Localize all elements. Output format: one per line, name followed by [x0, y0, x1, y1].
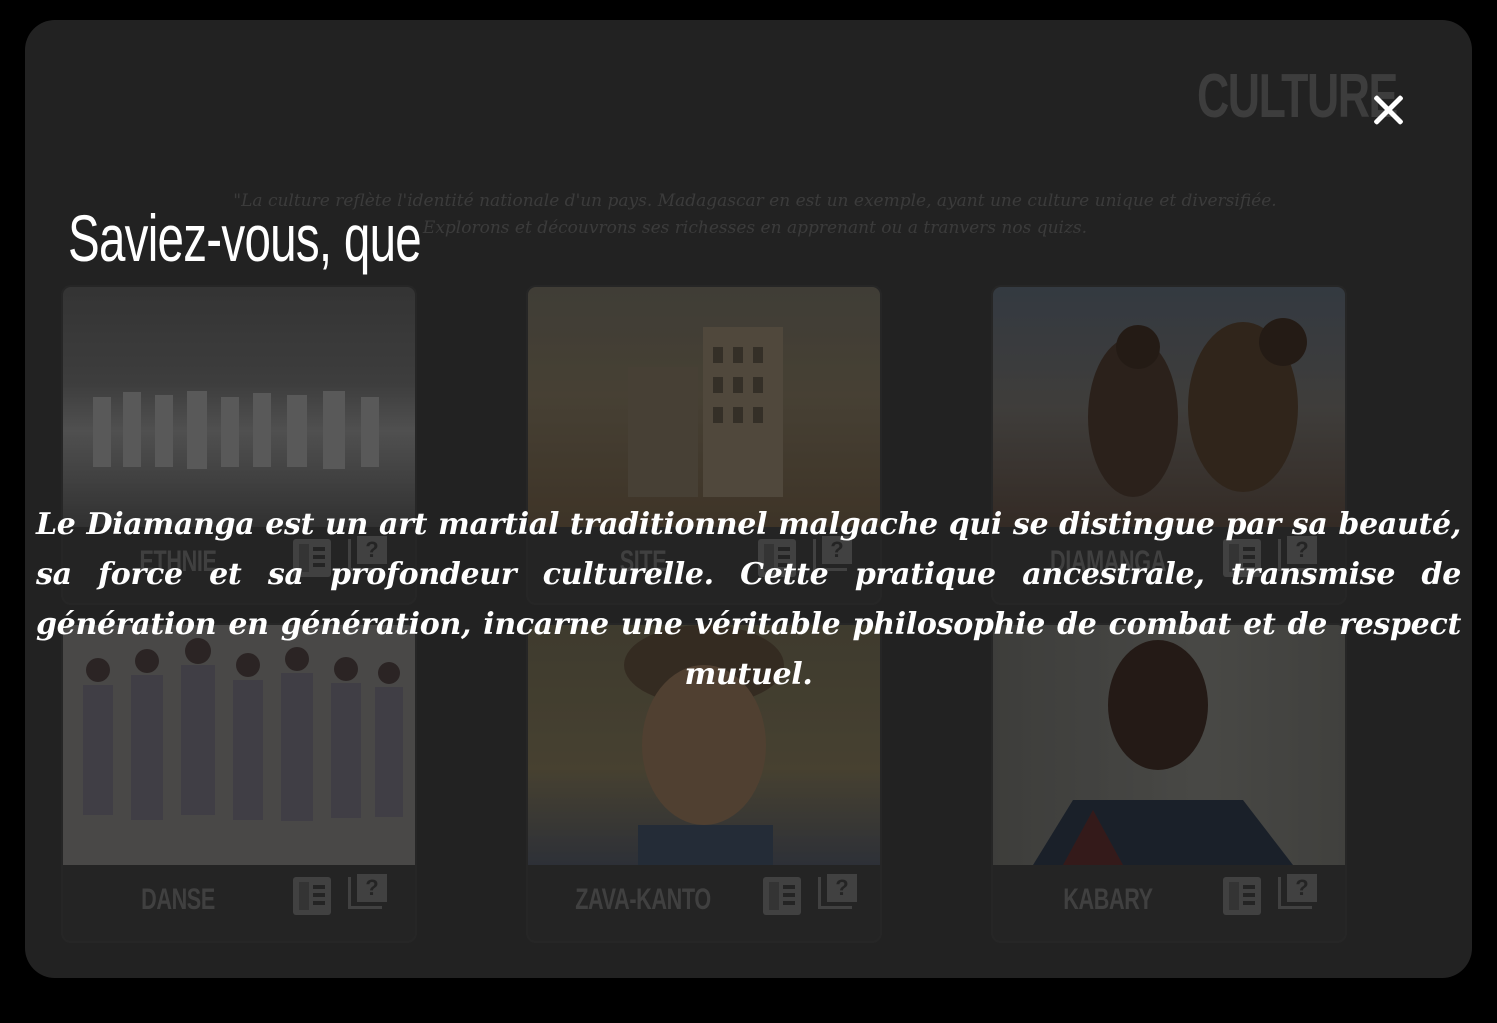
fact-overlay: Saviez-vous, que Le Diamanga est un art … — [0, 0, 1497, 1023]
fact-text: Le Diamanga est un art martial tradition… — [36, 507, 1461, 692]
fact-heading: Saviez-vous, que — [68, 201, 422, 275]
close-icon[interactable] — [1366, 88, 1410, 132]
